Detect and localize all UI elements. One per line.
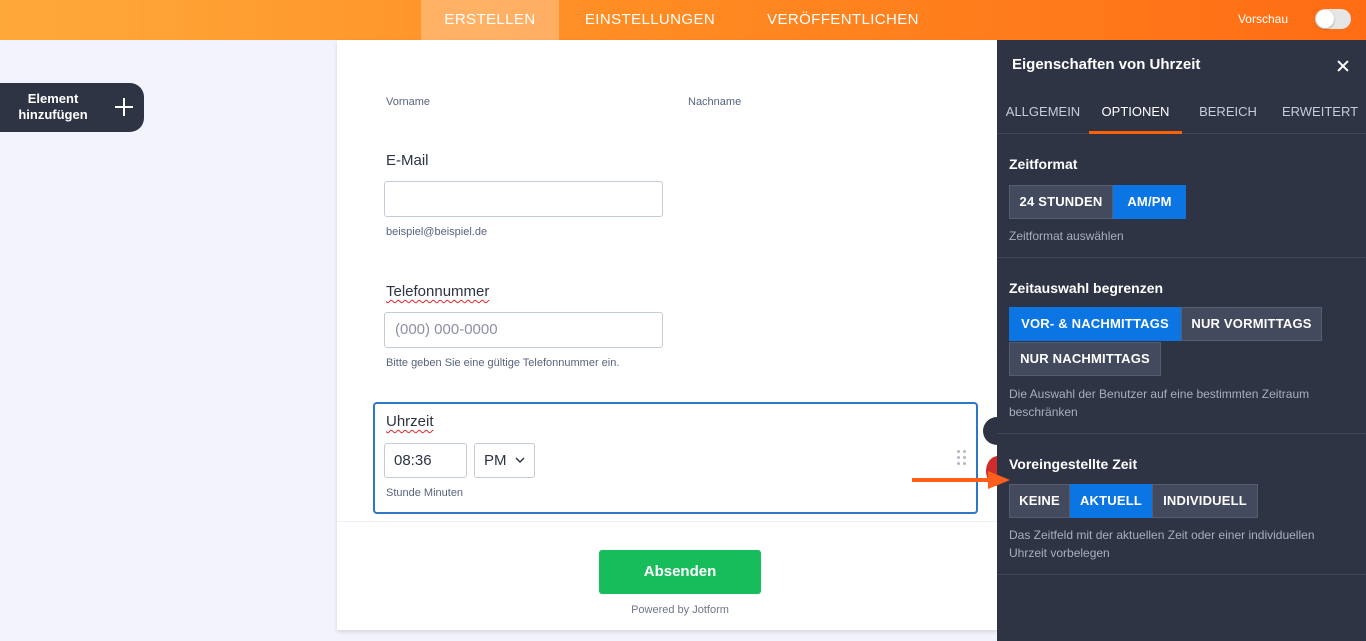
- default-time-description: Das Zeitfeld mit der aktuellen Zeit oder…: [1009, 526, 1315, 562]
- time-sublabel: Stunde Minuten: [386, 487, 464, 499]
- add-element-label: Element hinzufügen: [18, 91, 88, 122]
- preview-label: Vorschau: [1237, 12, 1288, 26]
- tab-optionen[interactable]: OPTIONEN: [1089, 87, 1182, 134]
- time-value: 08:36: [394, 452, 432, 469]
- limit-time-description: Die Auswahl der Benutzer auf eine bestim…: [1009, 385, 1309, 421]
- tab-allgemein[interactable]: ALLGEMEIN: [997, 87, 1089, 134]
- section-limit-time: Zeitauswahl begrenzen VOR- & NACHMITTAGS…: [997, 258, 1366, 434]
- active-tab-indicator: [1089, 131, 1182, 134]
- limit-am-only-button[interactable]: NUR VORMITTAGS: [1181, 307, 1322, 341]
- default-time-description-line2: Uhrzeit vorbelegen: [1009, 546, 1110, 560]
- default-time-heading: Voreingestellte Zeit: [1009, 456, 1138, 472]
- top-navigation-bar: ERSTELLEN EINSTELLUNGEN VERÖFFENTLICHEN …: [0, 0, 1366, 40]
- ampm-select[interactable]: PM: [474, 443, 535, 478]
- toggle-knob: [1316, 10, 1334, 28]
- time-label: Uhrzeit: [386, 413, 434, 430]
- phone-placeholder: (000) 000-0000: [395, 321, 498, 338]
- email-label: E-Mail: [386, 152, 429, 169]
- time-format-24h-button[interactable]: 24 STUNDEN: [1009, 185, 1113, 219]
- drag-handle-icon[interactable]: [957, 450, 969, 466]
- time-input[interactable]: 08:36: [384, 443, 467, 478]
- form-divider: [337, 521, 997, 522]
- time-format-ampm-button[interactable]: AM/PM: [1113, 185, 1186, 219]
- plus-icon: [112, 92, 138, 122]
- default-custom-button[interactable]: INDIVIDUELL: [1152, 484, 1258, 518]
- panel-tabs: ALLGEMEIN OPTIONEN BEREICH ERWEITERT: [997, 87, 1366, 134]
- limit-time-description-line1: Die Auswahl der Benutzer auf eine bestim…: [1009, 387, 1310, 401]
- default-time-description-line1: Das Zeitfeld mit der aktuellen Zeit oder…: [1009, 528, 1315, 542]
- annotation-arrow-icon: [912, 471, 1010, 489]
- add-element-button[interactable]: Element hinzufügen: [0, 83, 144, 132]
- limit-both-button[interactable]: VOR- & NACHMITTAGS: [1009, 307, 1181, 341]
- tab-einstellungen[interactable]: EINSTELLUNGEN: [559, 0, 741, 40]
- time-format-description: Zeitformat auswählen: [1009, 229, 1124, 243]
- submit-button[interactable]: Absenden: [599, 550, 761, 594]
- time-format-heading: Zeitformat: [1009, 156, 1078, 172]
- tab-erstellen[interactable]: ERSTELLEN: [421, 0, 559, 40]
- powered-by-text: Powered by Jotform: [631, 604, 729, 616]
- limit-pm-only-button[interactable]: NUR NACHMITTAGS: [1009, 342, 1161, 376]
- default-none-button[interactable]: KEINE: [1009, 484, 1070, 518]
- panel-title: Eigenschaften von Uhrzeit: [1012, 56, 1201, 73]
- limit-time-heading: Zeitauswahl begrenzen: [1009, 280, 1164, 296]
- ampm-value: PM: [484, 452, 507, 469]
- default-current-button[interactable]: AKTUELL: [1070, 484, 1152, 518]
- email-sublabel: beispiel@beispiel.de: [386, 226, 488, 238]
- phone-label: Telefonnummer: [386, 283, 490, 300]
- section-default-time: Voreingestellte Zeit KEINE AKTUELL INDIV…: [997, 434, 1366, 575]
- preview-toggle[interactable]: [1315, 9, 1351, 29]
- section-time-format: Zeitformat 24 STUNDEN AM/PM Zeitformat a…: [997, 135, 1366, 258]
- first-name-sublabel: Vorname: [386, 96, 431, 108]
- limit-time-description-line2: beschränken: [1009, 405, 1078, 419]
- properties-panel: Eigenschaften von Uhrzeit ALLGEMEIN OPTI…: [997, 40, 1366, 641]
- tab-bereich[interactable]: BEREICH: [1182, 87, 1274, 134]
- chevron-down-icon: [515, 457, 525, 463]
- tab-erweitert[interactable]: ERWEITERT: [1274, 87, 1366, 134]
- email-input[interactable]: [384, 181, 663, 217]
- last-name-sublabel: Nachname: [688, 96, 742, 108]
- close-icon[interactable]: [1331, 54, 1355, 78]
- phone-sublabel: Bitte geben Sie eine gültige Telefonnumm…: [386, 357, 620, 369]
- tab-veroeffentlichen[interactable]: VERÖFFENTLICHEN: [741, 0, 945, 40]
- phone-input[interactable]: (000) 000-0000: [384, 312, 663, 348]
